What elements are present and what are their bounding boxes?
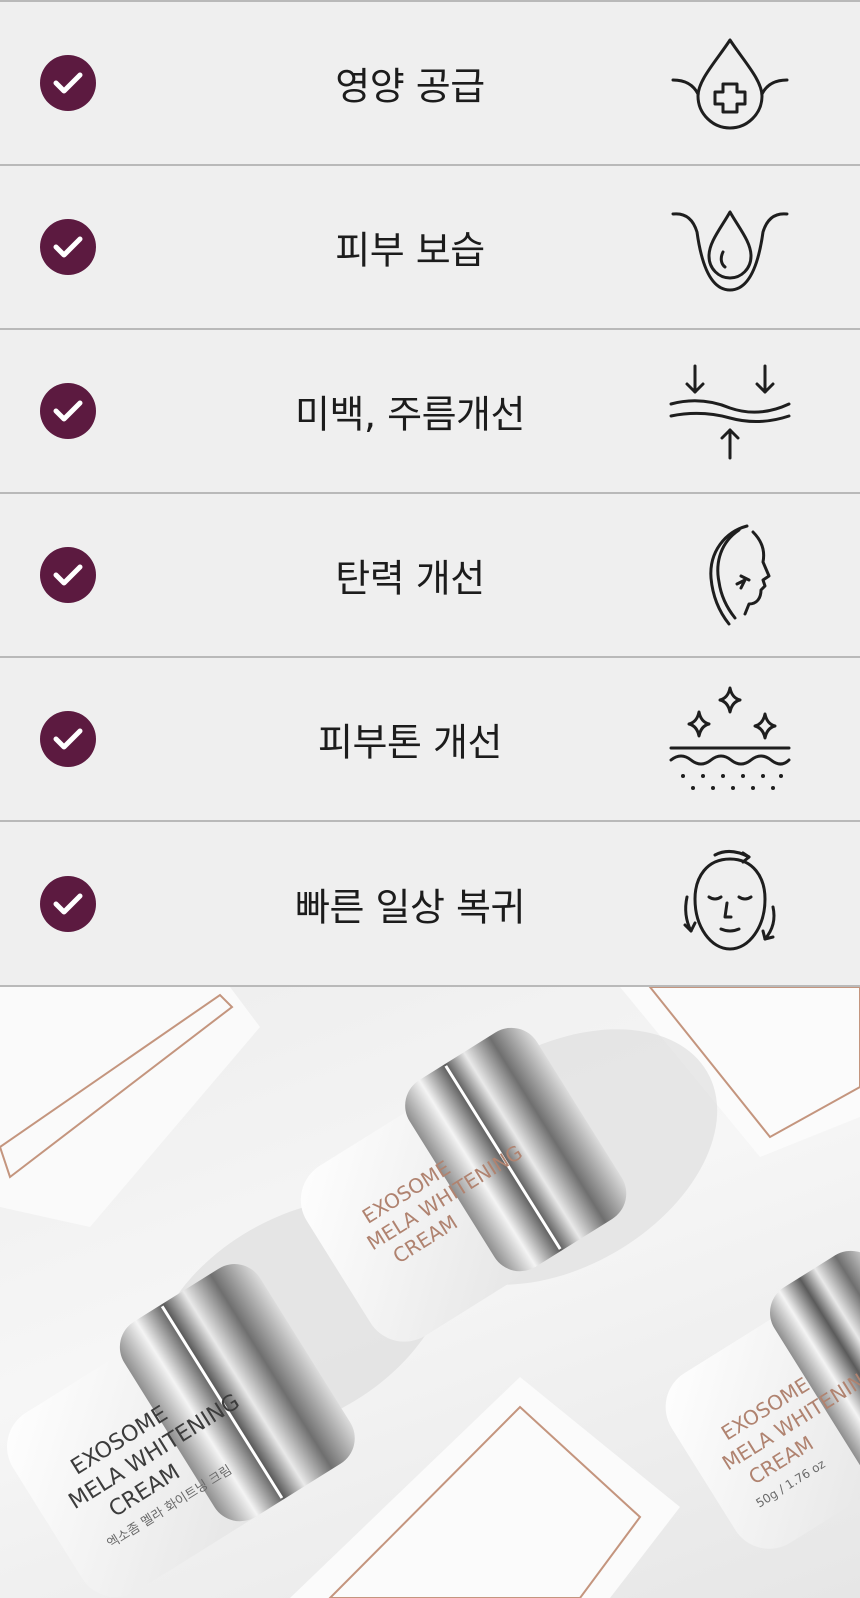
face-recovery-cycle-icon	[665, 849, 795, 959]
product-box-bottom	[290, 1377, 680, 1598]
benefit-row-elasticity: 탄력 개선	[0, 492, 860, 656]
product-photo: EXOSOME MELA WHITENING CREAM EXOSOME MEL…	[0, 987, 860, 1598]
benefit-row-recovery: 빠른 일상 복귀	[0, 820, 860, 987]
benefit-label: 미백, 주름개선	[295, 392, 525, 437]
check-icon	[40, 55, 96, 111]
benefit-row-nutrition: 영양 공급	[0, 0, 860, 164]
moisture-drop-icon	[665, 192, 795, 302]
benefit-label: 피부 보습	[335, 228, 485, 273]
benefit-label: 탄력 개선	[335, 556, 485, 601]
check-icon	[40, 547, 96, 603]
nutrition-drop-plus-icon	[665, 28, 795, 138]
skin-compression-arrows-icon	[665, 356, 795, 466]
check-icon	[40, 219, 96, 275]
face-lift-profile-icon	[665, 520, 795, 630]
benefits-list: 영양 공급 피부 보습 미백, 주름개선 탄력 개선 피부톤 개선 빠른 일상 …	[0, 0, 860, 987]
benefit-label: 빠른 일상 복귀	[295, 885, 525, 929]
benefit-label: 영양 공급	[335, 64, 485, 109]
check-icon	[40, 875, 96, 932]
product-box-top-left	[0, 987, 260, 1227]
benefit-label: 피부톤 개선	[318, 720, 502, 765]
benefit-row-moisture: 피부 보습	[0, 164, 860, 328]
sparkle-skin-tone-icon	[665, 684, 795, 794]
benefit-row-whitening: 미백, 주름개선	[0, 328, 860, 492]
check-icon	[40, 711, 96, 767]
check-icon	[40, 383, 96, 439]
benefit-row-skintone: 피부톤 개선	[0, 656, 860, 820]
